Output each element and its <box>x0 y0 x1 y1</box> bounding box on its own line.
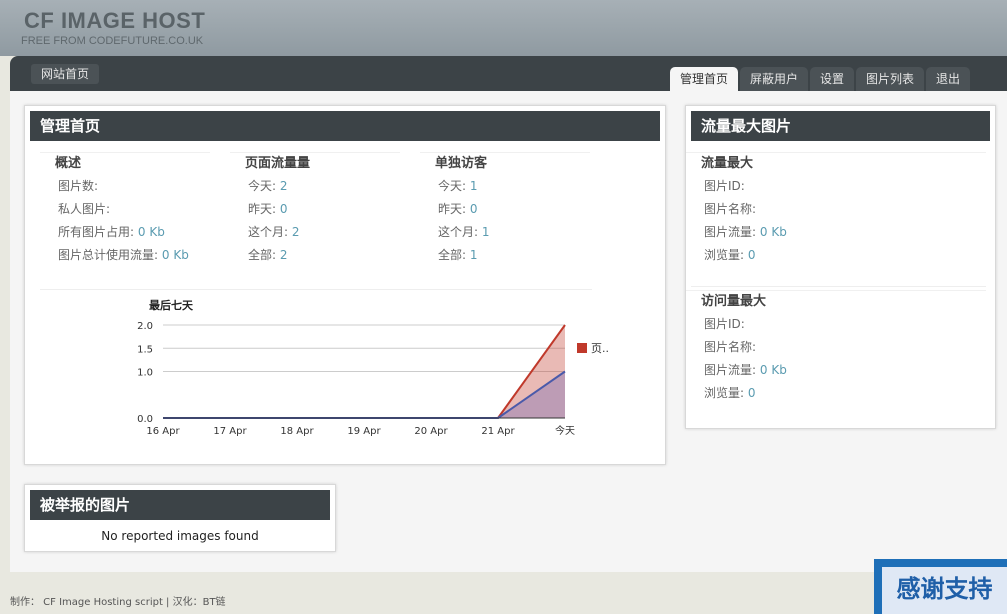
reported-images-title: 被举报的图片 <box>30 490 330 520</box>
reported-images-panel: 被举报的图片 No reported images found <box>24 484 336 552</box>
chart-y-tick-label: 1.0 <box>137 368 153 379</box>
overview-column: 概述 图片数: 私人图片: 所有图片占用: 0 Kb 图片总计使用流量: 0 K… <box>40 152 210 267</box>
site-header: CF IMAGE HOST FREE FROM CODEFUTURE.CO.UK <box>0 0 1007 56</box>
pageviews-row: 这个月: 2 <box>248 225 300 239</box>
chart-x-tick-label: 19 Apr <box>347 426 381 437</box>
visitors-row: 昨天: 0 <box>438 202 478 216</box>
tab-admin-home[interactable]: 管理首页 <box>670 67 739 91</box>
overview-row: 图片总计使用流量: 0 Kb <box>58 248 189 262</box>
main-content: 管理首页 概述 图片数: 私人图片: 所有图片占用: 0 Kb 图片总计使用流量… <box>10 91 1007 572</box>
stats-divider <box>40 289 592 290</box>
tab-logout[interactable]: 退出 <box>926 67 971 91</box>
traffic-chart: 0.0 1.0 1.5 2.0 16 Apr 17 Apr 18 Apr 19 Apr 20 A… <box>137 321 610 437</box>
most-traffic-row: 浏览量: 0 <box>704 248 756 262</box>
reported-images-message: No reported images found <box>101 529 259 543</box>
most-traffic-section: 流量最大 图片ID: 图片名称: 图片流量: 0 Kb 浏览量: 0 <box>686 152 986 267</box>
site-logo-subtitle: FREE FROM CODEFUTURE.CO.UK <box>21 35 204 47</box>
pageviews-row: 今天: 2 <box>248 179 288 193</box>
visitors-row: 今天: 1 <box>438 179 478 193</box>
pageviews-row: 全部: 2 <box>248 248 288 262</box>
top-images-panel: 流量最大图片 流量最大 图片ID: 图片名称: 图片流量: 0 Kb 浏览量: … <box>685 105 996 429</box>
most-views-section: 访问量最大 图片ID: 图片名称: 图片流量: 0 Kb 浏览量: 0 <box>686 290 986 405</box>
tab-settings[interactable]: 设置 <box>810 67 855 91</box>
most-views-row: 图片流量: 0 Kb <box>704 363 787 377</box>
footer-credits: 制作： CF Image Hosting script | 汉化：BT链 <box>10 597 226 608</box>
main-navbar: 网站首页 管理首页 屏蔽用户 设置 图片列表 退出 <box>10 56 1007 91</box>
top-images-divider <box>691 286 986 287</box>
chart-x-tick-label: 21 Apr <box>481 426 515 437</box>
pageviews-row: 昨天: 0 <box>248 202 288 216</box>
pageviews-column: 页面流量量 今天: 2 昨天: 0 这个月: 2 全部: 2 <box>230 152 400 267</box>
chart-legend-swatch <box>577 343 587 353</box>
chart-y-tick-label: 2.0 <box>137 321 153 332</box>
visitors-heading: 单独访客 <box>420 152 590 175</box>
visitors-column: 单独访客 今天: 1 昨天: 0 这个月: 1 全部: 1 <box>420 152 590 267</box>
most-views-heading: 访问量最大 <box>686 290 986 313</box>
chart-y-tick-label: 0.0 <box>137 414 153 425</box>
overview-row: 所有图片占用: 0 Kb <box>58 225 165 239</box>
thanks-badge[interactable]: 感谢支持 <box>874 559 1007 614</box>
chart-x-tick-label: 18 Apr <box>280 426 314 437</box>
most-views-row: 图片名称: <box>704 340 757 354</box>
tab-image-list[interactable]: 图片列表 <box>856 67 925 91</box>
chart-x-tick-label: 17 Apr <box>213 426 247 437</box>
tab-block-users[interactable]: 屏蔽用户 <box>740 67 809 91</box>
admin-home-panel: 管理首页 概述 图片数: 私人图片: 所有图片占用: 0 Kb 图片总计使用流量… <box>24 105 666 465</box>
chart-legend-label: 页... <box>591 342 610 355</box>
most-traffic-row: 图片ID: <box>704 179 745 193</box>
overview-heading: 概述 <box>40 152 210 175</box>
thanks-badge-text: 感谢支持 <box>882 567 1007 614</box>
chart-x-tick-label: 16 Apr <box>146 426 180 437</box>
overview-row: 私人图片: <box>58 202 111 216</box>
chart-x-tick-label: 20 Apr <box>414 426 448 437</box>
most-traffic-row: 图片流量: 0 Kb <box>704 225 787 239</box>
pageviews-heading: 页面流量量 <box>230 152 400 175</box>
visitors-row: 全部: 1 <box>438 248 478 262</box>
site-home-link[interactable]: 网站首页 <box>31 64 100 84</box>
most-views-row: 浏览量: 0 <box>704 386 756 400</box>
chart-x-tick-label: 今天 <box>555 424 575 437</box>
most-views-row: 图片ID: <box>704 317 745 331</box>
admin-home-title: 管理首页 <box>30 111 660 141</box>
top-images-title: 流量最大图片 <box>691 111 990 141</box>
most-traffic-heading: 流量最大 <box>686 152 986 175</box>
site-logo-title[interactable]: CF IMAGE HOST <box>24 8 205 34</box>
visitors-row: 这个月: 1 <box>438 225 490 239</box>
chart-y-tick-label: 1.5 <box>137 344 153 355</box>
overview-row: 图片数: <box>58 179 99 193</box>
most-traffic-row: 图片名称: <box>704 202 757 216</box>
